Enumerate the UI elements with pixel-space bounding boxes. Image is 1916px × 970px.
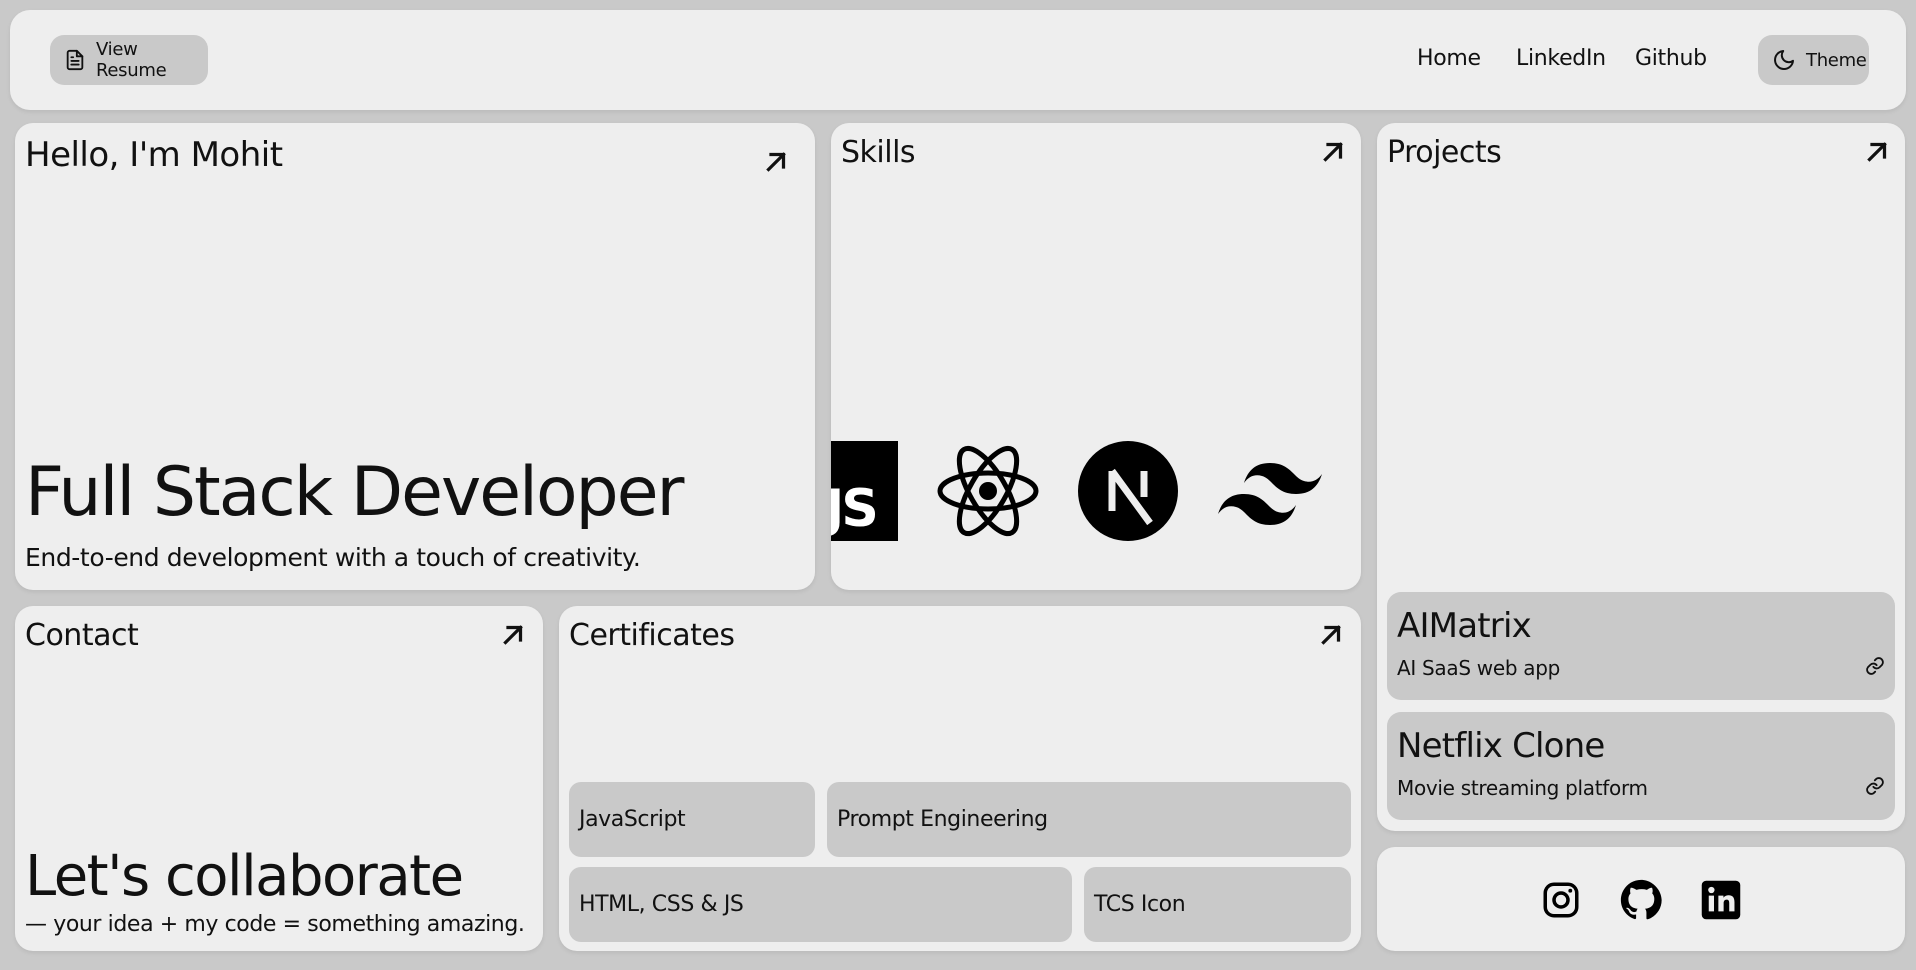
project-item-netflix-clone[interactable]: Netflix Clone Movie streaming platform	[1387, 712, 1895, 820]
certificate-chip[interactable]: HTML, CSS & JS	[569, 867, 1072, 942]
skills-heading: Skills	[841, 135, 916, 170]
skills-card[interactable]: Skills JS	[831, 123, 1361, 590]
contact-tagline: — your idea + my code = something amazin…	[25, 912, 525, 937]
document-icon	[64, 49, 86, 71]
project-item-aimatrix[interactable]: AIMatrix AI SaaS web app	[1387, 592, 1895, 700]
nav-home-link[interactable]: Home	[1417, 46, 1481, 71]
theme-label: Theme	[1806, 49, 1867, 71]
link-icon[interactable]	[1865, 656, 1885, 676]
certificates-card[interactable]: Certificates JavaScript Prompt Engineeri…	[559, 606, 1361, 951]
javascript-icon: JS	[831, 441, 898, 541]
top-navbar: View Resume Home LinkedIn Github Theme	[10, 10, 1906, 110]
instagram-icon[interactable]	[1540, 879, 1582, 921]
view-resume-label: View Resume	[96, 39, 167, 81]
nextjs-icon	[1078, 441, 1178, 541]
nav-github-link[interactable]: Github	[1635, 46, 1707, 71]
arrow-up-right-icon[interactable]	[1316, 620, 1346, 650]
certificate-chip[interactable]: TCS Icon	[1084, 867, 1351, 942]
github-icon[interactable]	[1620, 879, 1662, 921]
arrow-up-right-icon[interactable]	[1318, 137, 1348, 167]
nav-linkedin-link[interactable]: LinkedIn	[1516, 46, 1606, 71]
intro-card[interactable]: Hello, I'm Mohit Full Stack Developer En…	[15, 123, 815, 590]
certificates-heading: Certificates	[569, 618, 735, 653]
contact-card[interactable]: Contact Let's collaborate — your idea + …	[15, 606, 543, 951]
moon-icon	[1772, 48, 1796, 72]
projects-heading: Projects	[1387, 135, 1502, 170]
project-name: AIMatrix	[1397, 606, 1532, 646]
view-resume-button[interactable]: View Resume	[50, 35, 208, 85]
hero-tagline: End-to-end development with a touch of c…	[25, 543, 641, 572]
arrow-up-right-icon[interactable]	[498, 620, 528, 650]
social-links-card	[1377, 847, 1905, 951]
link-icon[interactable]	[1865, 776, 1885, 796]
contact-headline: Let's collaborate	[25, 844, 464, 909]
arrow-up-right-icon[interactable]	[761, 147, 791, 177]
project-description: AI SaaS web app	[1397, 656, 1561, 680]
greeting-heading: Hello, I'm Mohit	[25, 135, 283, 175]
theme-toggle-button[interactable]: Theme	[1758, 35, 1869, 85]
tailwind-icon	[1218, 441, 1322, 541]
arrow-up-right-icon[interactable]	[1862, 137, 1892, 167]
react-icon	[936, 441, 1040, 541]
project-name: Netflix Clone	[1397, 726, 1605, 766]
hero-headline: Full Stack Developer	[25, 453, 684, 532]
certificate-chip[interactable]: Prompt Engineering	[827, 782, 1351, 857]
certificate-chip[interactable]: JavaScript	[569, 782, 815, 857]
linkedin-icon[interactable]	[1700, 879, 1742, 921]
projects-card[interactable]: Projects AIMatrix AI SaaS web app Netfli…	[1377, 123, 1905, 831]
project-description: Movie streaming platform	[1397, 776, 1648, 800]
contact-heading: Contact	[25, 618, 139, 653]
